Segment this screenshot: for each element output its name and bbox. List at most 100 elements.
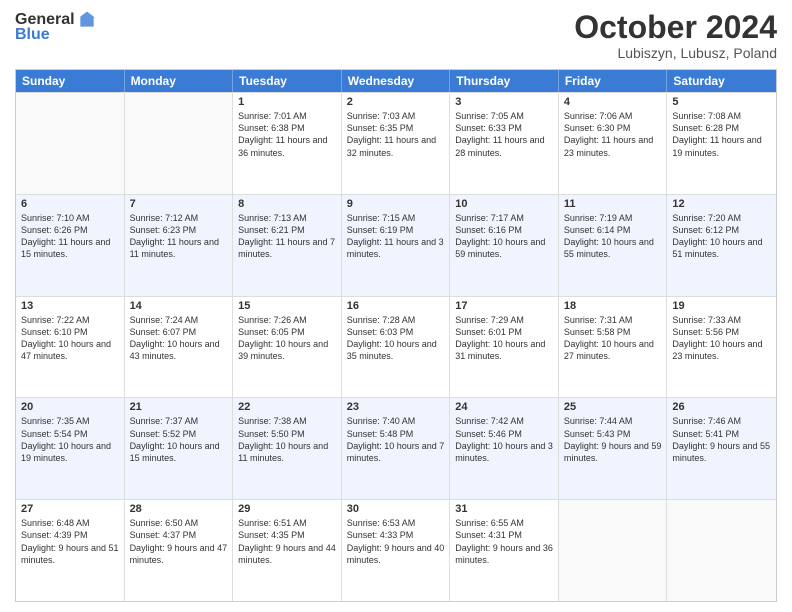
empty-cell — [125, 93, 234, 194]
calendar-body: 1 Sunrise: 7:01 AMSunset: 6:38 PMDaylight… — [16, 92, 776, 601]
day-number: 28 — [130, 503, 228, 515]
day-info: Sunrise: 7:19 AMSunset: 6:14 PMDaylight:… — [564, 212, 662, 261]
header-day-tuesday: Tuesday — [233, 70, 342, 92]
day-info: Sunrise: 7:17 AMSunset: 6:16 PMDaylight:… — [455, 212, 553, 261]
day-cell-18: 18 Sunrise: 7:31 AMSunset: 5:58 PMDayligh… — [559, 297, 668, 398]
day-number: 10 — [455, 198, 553, 210]
day-info: Sunrise: 7:15 AMSunset: 6:19 PMDaylight:… — [347, 212, 445, 261]
day-cell-13: 13 Sunrise: 7:22 AMSunset: 6:10 PMDayligh… — [16, 297, 125, 398]
day-cell-9: 9Sunrise: 7:15 AMSunset: 6:19 PMDaylight… — [342, 195, 451, 296]
header-day-thursday: Thursday — [450, 70, 559, 92]
empty-cell — [16, 93, 125, 194]
day-cell-8: 8 Sunrise: 7:13 AMSunset: 6:21 PMDaylight… — [233, 195, 342, 296]
day-info: Sunrise: 7:12 AMSunset: 6:23 PMDaylight:… — [130, 212, 228, 261]
day-number: 8 — [238, 198, 336, 210]
calendar: SundayMondayTuesdayWednesdayThursdayFrid… — [15, 69, 777, 602]
day-cell-25: 25 Sunrise: 7:44 AMSunset: 5:43 PMDayligh… — [559, 398, 668, 499]
day-number: 23 — [347, 401, 445, 413]
header-day-sunday: Sunday — [16, 70, 125, 92]
day-number: 2 — [347, 96, 445, 108]
day-info: Sunrise: 7:22 AMSunset: 6:10 PMDaylight:… — [21, 314, 119, 363]
day-number: 4 — [564, 96, 662, 108]
day-info: Sunrise: 7:44 AMSunset: 5:43 PMDaylight:… — [564, 415, 662, 464]
header-day-wednesday: Wednesday — [342, 70, 451, 92]
day-info: Sunrise: 6:48 AMSunset: 4:39 PMDaylight:… — [21, 517, 119, 566]
day-info: Sunrise: 7:29 AMSunset: 6:01 PMDaylight:… — [455, 314, 553, 363]
day-cell-24: 24 Sunrise: 7:42 AMSunset: 5:46 PMDayligh… — [450, 398, 559, 499]
day-cell-22: 22Sunrise: 7:38 AMSunset: 5:50 PMDayligh… — [233, 398, 342, 499]
day-number: 18 — [564, 300, 662, 312]
day-number: 5 — [672, 96, 771, 108]
day-number: 19 — [672, 300, 771, 312]
day-info: Sunrise: 7:05 AMSunset: 6:33 PMDaylight:… — [455, 110, 553, 159]
day-info: Sunrise: 6:50 AMSunset: 4:37 PMDaylight:… — [130, 517, 228, 566]
day-number: 31 — [455, 503, 553, 515]
day-number: 12 — [672, 198, 771, 210]
day-info: Sunrise: 7:03 AMSunset: 6:35 PMDaylight:… — [347, 110, 445, 159]
week-row-4: 20 Sunrise: 7:35 AMSunset: 5:54 PMDayligh… — [16, 397, 776, 499]
week-row-3: 13 Sunrise: 7:22 AMSunset: 6:10 PMDayligh… — [16, 296, 776, 398]
day-cell-12: 12 Sunrise: 7:20 AMSunset: 6:12 PMDayligh… — [667, 195, 776, 296]
day-info: Sunrise: 7:26 AMSunset: 6:05 PMDaylight:… — [238, 314, 336, 363]
day-cell-1: 1 Sunrise: 7:01 AMSunset: 6:38 PMDaylight… — [233, 93, 342, 194]
title-section: October 2024 Lubiszyn, Lubusz, Poland — [574, 10, 777, 61]
day-number: 15 — [238, 300, 336, 312]
week-row-1: 1 Sunrise: 7:01 AMSunset: 6:38 PMDaylight… — [16, 92, 776, 194]
day-info: Sunrise: 7:01 AMSunset: 6:38 PMDaylight:… — [238, 110, 336, 159]
day-cell-29: 29Sunrise: 6:51 AMSunset: 4:35 PMDayligh… — [233, 500, 342, 601]
header: General Blue October 2024 Lubiszyn, Lubu… — [15, 10, 777, 61]
day-info: Sunrise: 7:24 AMSunset: 6:07 PMDaylight:… — [130, 314, 228, 363]
calendar-header: SundayMondayTuesdayWednesdayThursdayFrid… — [16, 70, 776, 92]
day-cell-28: 28 Sunrise: 6:50 AMSunset: 4:37 PMDayligh… — [125, 500, 234, 601]
day-info: Sunrise: 7:20 AMSunset: 6:12 PMDaylight:… — [672, 212, 771, 261]
day-number: 13 — [21, 300, 119, 312]
day-number: 7 — [130, 198, 228, 210]
day-info: Sunrise: 6:55 AMSunset: 4:31 PMDaylight:… — [455, 517, 553, 566]
day-info: Sunrise: 7:31 AMSunset: 5:58 PMDaylight:… — [564, 314, 662, 363]
day-cell-15: 15 Sunrise: 7:26 AMSunset: 6:05 PMDayligh… — [233, 297, 342, 398]
week-row-5: 27 Sunrise: 6:48 AMSunset: 4:39 PMDayligh… — [16, 499, 776, 601]
day-number: 22 — [238, 401, 336, 413]
day-info: Sunrise: 7:37 AMSunset: 5:52 PMDaylight:… — [130, 415, 228, 464]
day-info: Sunrise: 7:35 AMSunset: 5:54 PMDaylight:… — [21, 415, 119, 464]
day-info: Sunrise: 7:42 AMSunset: 5:46 PMDaylight:… — [455, 415, 553, 464]
header-day-saturday: Saturday — [667, 70, 776, 92]
day-cell-4: 4Sunrise: 7:06 AMSunset: 6:30 PMDaylight… — [559, 93, 668, 194]
day-number: 30 — [347, 503, 445, 515]
logo: General Blue — [15, 10, 97, 44]
day-cell-26: 26 Sunrise: 7:46 AMSunset: 5:41 PMDayligh… — [667, 398, 776, 499]
day-cell-27: 27 Sunrise: 6:48 AMSunset: 4:39 PMDayligh… — [16, 500, 125, 601]
day-number: 17 — [455, 300, 553, 312]
day-info: Sunrise: 7:10 AMSunset: 6:26 PMDaylight:… — [21, 212, 119, 261]
day-cell-10: 10 Sunrise: 7:17 AMSunset: 6:16 PMDayligh… — [450, 195, 559, 296]
logo-icon — [77, 10, 97, 30]
day-info: Sunrise: 7:08 AMSunset: 6:28 PMDaylight:… — [672, 110, 771, 159]
day-cell-19: 19Sunrise: 7:33 AMSunset: 5:56 PMDayligh… — [667, 297, 776, 398]
page: General Blue October 2024 Lubiszyn, Lubu… — [0, 0, 792, 612]
day-number: 20 — [21, 401, 119, 413]
day-cell-2: 2 Sunrise: 7:03 AMSunset: 6:35 PMDaylight… — [342, 93, 451, 194]
day-info: Sunrise: 6:51 AMSunset: 4:35 PMDaylight:… — [238, 517, 336, 566]
day-info: Sunrise: 7:13 AMSunset: 6:21 PMDaylight:… — [238, 212, 336, 261]
day-number: 16 — [347, 300, 445, 312]
day-number: 11 — [564, 198, 662, 210]
day-number: 21 — [130, 401, 228, 413]
day-cell-3: 3Sunrise: 7:05 AMSunset: 6:33 PMDaylight… — [450, 93, 559, 194]
day-number: 1 — [238, 96, 336, 108]
logo-blue-text: Blue — [15, 26, 50, 44]
day-info: Sunrise: 7:40 AMSunset: 5:48 PMDaylight:… — [347, 415, 445, 464]
day-cell-21: 21 Sunrise: 7:37 AMSunset: 5:52 PMDayligh… — [125, 398, 234, 499]
day-info: Sunrise: 7:28 AMSunset: 6:03 PMDaylight:… — [347, 314, 445, 363]
day-cell-11: 11 Sunrise: 7:19 AMSunset: 6:14 PMDayligh… — [559, 195, 668, 296]
day-cell-23: 23 Sunrise: 7:40 AMSunset: 5:48 PMDayligh… — [342, 398, 451, 499]
day-number: 24 — [455, 401, 553, 413]
day-cell-16: 16 Sunrise: 7:28 AMSunset: 6:03 PMDayligh… — [342, 297, 451, 398]
header-day-monday: Monday — [125, 70, 234, 92]
day-number: 27 — [21, 503, 119, 515]
day-number: 6 — [21, 198, 119, 210]
day-number: 25 — [564, 401, 662, 413]
day-number: 26 — [672, 401, 771, 413]
empty-cell — [559, 500, 668, 601]
day-cell-6: 6 Sunrise: 7:10 AMSunset: 6:26 PMDaylight… — [16, 195, 125, 296]
day-info: Sunrise: 7:46 AMSunset: 5:41 PMDaylight:… — [672, 415, 771, 464]
